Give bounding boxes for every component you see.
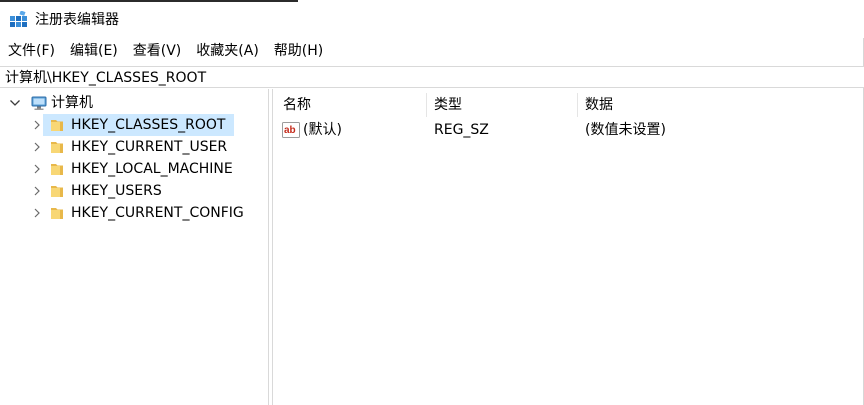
tree-node-hkey-classes-root[interactable]: HKEY_CLASSES_ROOT [0, 114, 268, 136]
column-header-type[interactable]: 类型 [424, 93, 577, 117]
tree-node-computer[interactable]: 计算机 [0, 92, 268, 114]
chevron-right-icon[interactable] [31, 114, 43, 136]
chevron-right-icon[interactable] [31, 202, 43, 224]
registry-editor-icon [10, 11, 27, 27]
registry-editor-window: 注册表编辑器 文件(F) 编辑(E) 查看(V) 收藏夹(A) 帮助(H) 计算… [0, 0, 864, 405]
value-name: (默认) [303, 122, 342, 138]
column-header-label: 名称 [283, 97, 311, 113]
tree-node-hkey-current-user[interactable]: HKEY_CURRENT_USER [0, 136, 268, 158]
value-type: REG_SZ [434, 122, 489, 138]
tree-node-hkey-users[interactable]: HKEY_USERS [0, 180, 268, 202]
address-path[interactable]: 计算机\HKEY_CLASSES_ROOT [5, 68, 206, 88]
folder-icon [51, 120, 63, 131]
chevron-down-icon[interactable] [9, 92, 21, 114]
menu-bar: 文件(F) 编辑(E) 查看(V) 收藏夹(A) 帮助(H) [0, 40, 330, 62]
menu-favorites[interactable]: 收藏夹(A) [188, 40, 266, 62]
tree-node-label: HKEY_USERS [71, 183, 162, 199]
menu-view[interactable]: 查看(V) [125, 40, 189, 62]
menu-file[interactable]: 文件(F) [0, 40, 62, 62]
column-header-label: 类型 [434, 97, 462, 113]
chevron-right-icon[interactable] [31, 158, 43, 180]
computer-icon [31, 96, 47, 110]
folder-icon [51, 142, 63, 153]
menu-help[interactable]: 帮助(H) [266, 40, 330, 62]
string-value-icon: ab [282, 122, 300, 138]
chevron-right-icon[interactable] [31, 136, 43, 158]
svg-text:ab: ab [284, 125, 296, 136]
tree-node-label: HKEY_CURRENT_CONFIG [71, 205, 244, 221]
tree-node-label: HKEY_LOCAL_MACHINE [71, 161, 233, 177]
tree-node-hkey-local-machine[interactable]: HKEY_LOCAL_MACHINE [0, 158, 268, 180]
folder-icon [51, 186, 63, 197]
title-bar[interactable]: 注册表编辑器 [0, 0, 864, 38]
tree-node-label: HKEY_CLASSES_ROOT [71, 117, 226, 133]
title-bar-accent-line [0, 0, 298, 2]
folder-icon [51, 164, 63, 175]
address-bar[interactable]: 计算机\HKEY_CLASSES_ROOT [0, 66, 864, 88]
value-data: (数值未设置) [585, 122, 666, 138]
chevron-right-icon[interactable] [31, 180, 43, 202]
column-header-label: 数据 [585, 97, 613, 113]
tree-node-label: 计算机 [51, 95, 93, 111]
column-header-name[interactable]: 名称 [273, 93, 427, 117]
tree-node-label: HKEY_CURRENT_USER [71, 139, 228, 155]
menu-edit[interactable]: 编辑(E) [62, 40, 125, 62]
table-row[interactable]: ab (默认) REG_SZ (数值未设置) [273, 119, 863, 141]
values-list-pane[interactable]: 名称 类型 数据 ab (默认) REG_SZ (数值未设置) [273, 89, 863, 405]
column-header-data[interactable]: 数据 [575, 93, 855, 117]
window-title: 注册表编辑器 [35, 12, 119, 28]
tree-node-hkey-current-config[interactable]: HKEY_CURRENT_CONFIG [0, 202, 268, 224]
folder-icon [51, 208, 63, 219]
